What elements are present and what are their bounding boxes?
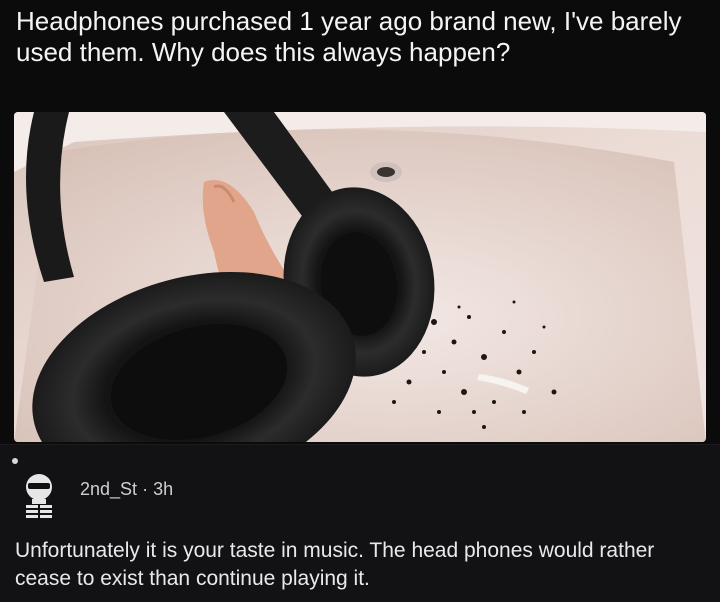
comment-meta: 2nd_St · 3h xyxy=(80,479,173,500)
post-card: Headphones purchased 1 year ago brand ne… xyxy=(0,0,720,602)
meta-separator: · xyxy=(142,479,149,499)
comment-text: Unfortunately it is your taste in music.… xyxy=(15,539,655,590)
post-title: Headphones purchased 1 year ago brand ne… xyxy=(16,6,682,67)
comment: 2nd_St · 3h Unfortunately it is your taste… xyxy=(0,445,720,602)
comment-username[interactable]: 2nd_St xyxy=(80,479,137,499)
thread-indicator xyxy=(12,458,18,464)
post-image[interactable] xyxy=(14,112,706,442)
skeleton-avatar-icon[interactable] xyxy=(14,469,64,521)
headphones-photo-icon xyxy=(14,112,706,442)
comment-time: 3h xyxy=(153,479,174,499)
